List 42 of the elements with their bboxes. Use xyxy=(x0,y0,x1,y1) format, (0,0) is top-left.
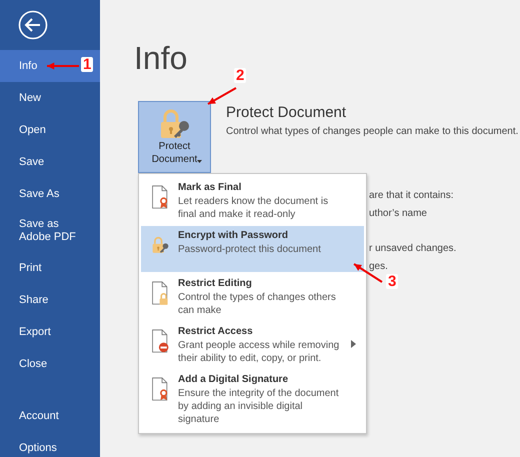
menu-item-title: Restrict Access xyxy=(178,325,254,339)
menu-item-title: Encrypt with Password xyxy=(178,229,290,243)
menu-item-description: Let readers know the document is final and make it read-only xyxy=(178,195,330,221)
menu-item-description: Password-protect this document xyxy=(178,243,322,256)
menu-item-description: Control the types of changes others can make xyxy=(178,291,337,317)
nav-item[interactable]: Save As xyxy=(0,178,100,210)
nav-item[interactable]: New xyxy=(0,82,100,114)
caret-icon xyxy=(197,160,202,163)
partial-text: are that it contains: xyxy=(369,190,454,201)
step-number: 3 xyxy=(386,274,398,289)
menu-item[interactable]: Encrypt with Password Password-protect this document xyxy=(141,226,364,272)
nav-item[interactable]: Close xyxy=(0,348,100,380)
pointer-arrow xyxy=(208,87,236,105)
menu-item[interactable]: Add a Digital Signature Ensure the integrity of the document by adding an invisible digital signature xyxy=(141,370,364,429)
section-title: Protect Document xyxy=(226,104,346,121)
section-description: Control what types of changes people can make to this document. xyxy=(226,126,518,137)
nav-item[interactable]: Account xyxy=(0,400,100,432)
page-title: Info xyxy=(134,40,188,77)
menu-item-description: Grant people access while removing their ability to edit, copy, or print. xyxy=(178,339,340,365)
menu-item[interactable]: Mark as Final Let readers know the document is final and make it read-only xyxy=(141,178,364,224)
submenu-arrow-icon xyxy=(351,340,356,348)
nav-item[interactable]: Options xyxy=(0,432,100,457)
nav-item[interactable]: Export xyxy=(0,316,100,348)
partial-text: ges. xyxy=(369,261,388,272)
nav-item[interactable]: Save xyxy=(0,146,100,178)
protect-document-button[interactable]: Protect Document xyxy=(138,101,211,173)
partial-text: uthor’s name xyxy=(369,208,427,219)
pointer-arrow xyxy=(47,62,79,70)
back-icon[interactable] xyxy=(18,10,48,40)
menu-item-title: Mark as Final xyxy=(178,181,242,195)
step-number: 1 xyxy=(81,57,94,72)
nav-item[interactable]: Print xyxy=(0,252,100,284)
partial-text: r unsaved changes. xyxy=(369,243,456,254)
step-number: 2 xyxy=(234,68,246,83)
menu-item-title: Restrict Editing xyxy=(178,277,253,291)
nav-item[interactable]: Share xyxy=(0,284,100,316)
nav-item[interactable]: Open xyxy=(0,114,100,146)
menu-item-title: Add a Digital Signature xyxy=(178,373,290,387)
menu-item[interactable]: Restrict Editing Control the types of changes others can make xyxy=(141,274,364,320)
menu-item-description: Ensure the integrity of the document by adding an invisible digital signature xyxy=(178,387,340,426)
menu-item[interactable]: Restrict Access Grant people access while removing their ability to edit, copy, or print. xyxy=(141,322,364,368)
nav-item[interactable]: Save as Adobe PDF xyxy=(0,210,100,252)
